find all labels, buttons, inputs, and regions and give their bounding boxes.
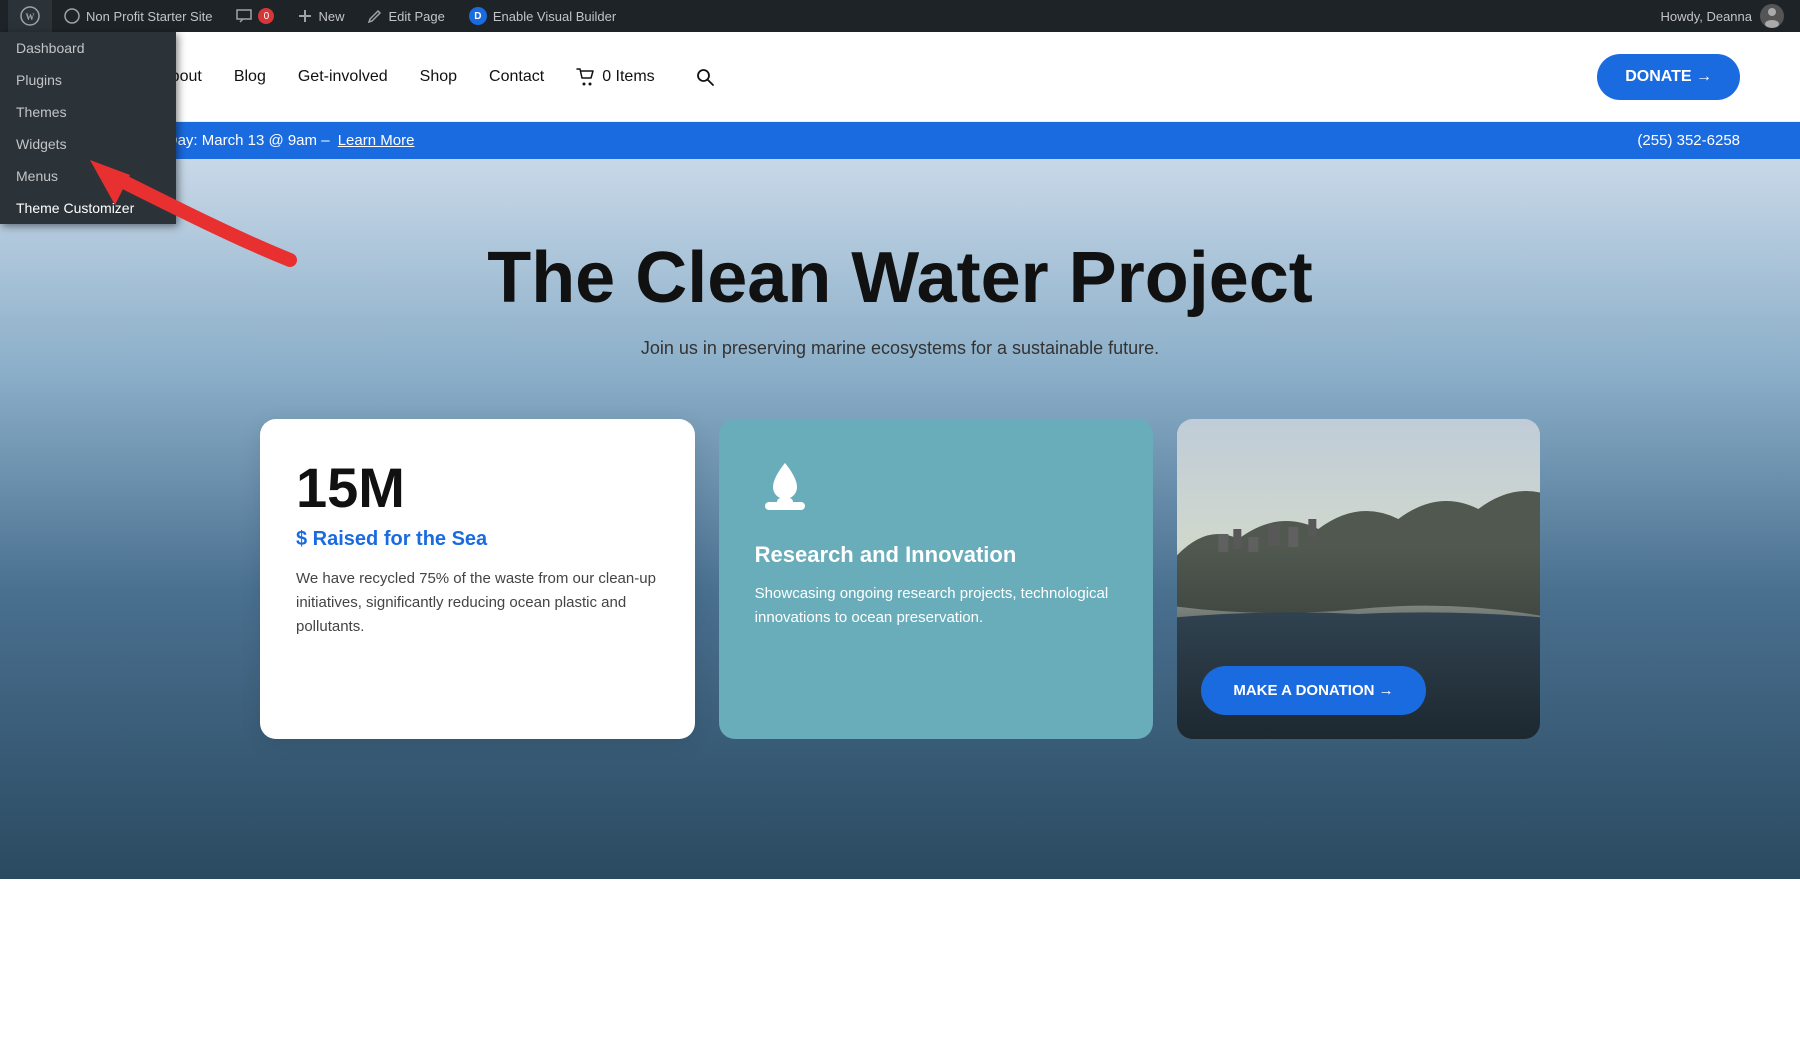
dropdown-item-themes[interactable]: Themes (0, 96, 176, 128)
admin-bar: W Non Profit Starter Site 0 New (0, 0, 1800, 32)
divi-logo: D (469, 7, 487, 25)
stat-card: 15M $ Raised for the Sea We have recycle… (260, 419, 695, 739)
dropdown-item-theme-customizer[interactable]: Theme Customizer (0, 192, 176, 224)
search-icon-btn[interactable] (687, 59, 723, 95)
site-name-item[interactable]: Non Profit Starter Site (52, 0, 224, 32)
announcement-bar: Beach Cleanup Day: March 13 @ 9am – Lear… (0, 122, 1800, 159)
card-text: We have recycled 75% of the waste from o… (296, 567, 659, 639)
card-stat: 15M (296, 455, 659, 520)
nav-item-contact[interactable]: Contact (489, 68, 544, 86)
dropdown-item-dashboard[interactable]: Dashboard (0, 32, 176, 64)
dropdown-item-plugins[interactable]: Plugins (0, 64, 176, 96)
donate-button[interactable]: DONATE → (1597, 54, 1740, 100)
site-name-label: Non Profit Starter Site (86, 9, 212, 24)
site-header: D About Blog Get-involved Shop Contact 0… (0, 32, 1800, 122)
svg-text:W: W (26, 12, 35, 22)
announcement-phone: (255) 352-6258 (1637, 132, 1740, 149)
visual-builder-item[interactable]: D Enable Visual Builder (457, 0, 628, 32)
visual-builder-label: Enable Visual Builder (493, 9, 616, 24)
photo-card: MAKE A DONATION → (1177, 419, 1540, 739)
new-label: New (318, 9, 344, 24)
site-wrapper: D About Blog Get-involved Shop Contact 0… (0, 32, 1800, 879)
site-nav: About Blog Get-involved Shop Contact 0 I… (160, 59, 1597, 95)
wp-logo-item[interactable]: W (8, 0, 52, 32)
new-item[interactable]: New (286, 0, 356, 32)
nav-item-blog[interactable]: Blog (234, 68, 266, 86)
cart-item[interactable]: 0 Items (576, 68, 654, 86)
appearance-dropdown: Dashboard Plugins Themes Widgets Menus T… (0, 32, 176, 224)
nav-item-get-involved[interactable]: Get-involved (298, 68, 388, 86)
howdy-text: Howdy, Deanna (1660, 9, 1752, 24)
user-avatar (1760, 4, 1784, 28)
nav-item-shop[interactable]: Shop (420, 68, 457, 86)
edit-page-label: Edit Page (388, 9, 444, 24)
water-drop-icon (755, 455, 1118, 525)
card-label: $ Raised for the Sea (296, 528, 659, 551)
hero-title: The Clean Water Project (487, 239, 1313, 318)
hero-section: The Clean Water Project Join us in prese… (0, 159, 1800, 879)
research-card-title: Research and Innovation (755, 541, 1118, 570)
announcement-link[interactable]: Learn More (338, 132, 415, 149)
make-donation-button[interactable]: MAKE A DONATION → (1201, 666, 1425, 715)
cart-label: 0 Items (602, 68, 654, 86)
admin-bar-left: W Non Profit Starter Site 0 New (8, 0, 628, 32)
research-card: Research and Innovation Showcasing ongoi… (719, 419, 1154, 739)
comments-item[interactable]: 0 (224, 0, 286, 32)
dropdown-item-menus[interactable]: Menus (0, 160, 176, 192)
edit-page-item[interactable]: Edit Page (356, 0, 456, 32)
howdy-section[interactable]: Howdy, Deanna (1660, 4, 1784, 28)
research-card-text: Showcasing ongoing research projects, te… (755, 582, 1118, 630)
admin-bar-right: Howdy, Deanna (1660, 4, 1792, 28)
cards-row: 15M $ Raised for the Sea We have recycle… (200, 419, 1600, 739)
comments-count: 0 (258, 8, 274, 24)
hero-subtitle: Join us in preserving marine ecosystems … (641, 338, 1159, 359)
dropdown-item-widgets[interactable]: Widgets (0, 128, 176, 160)
